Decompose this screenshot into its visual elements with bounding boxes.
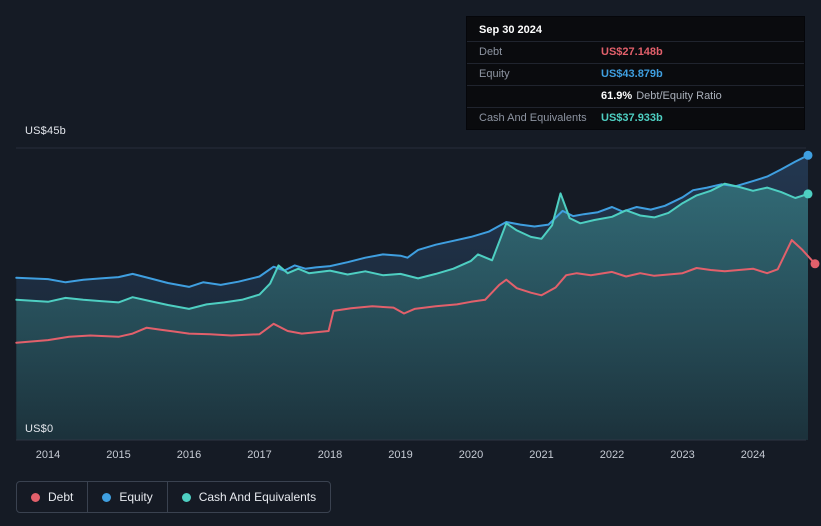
tooltip-row-cash: Cash And Equivalents US$37.933b [467, 107, 804, 129]
tooltip-ratio-value: 61.9% [601, 90, 633, 102]
debt-end-dot [810, 259, 820, 269]
equity-legend-dot-icon [102, 492, 112, 502]
data-readout-tooltip: Sep 30 2024 Debt US$27.148b Equity US$43… [466, 16, 805, 130]
cash-and-equivalents-area [16, 183, 809, 440]
x-axis-label-2015: 2015 [106, 449, 131, 461]
legend-item-equity[interactable]: Equity [87, 482, 166, 512]
x-axis-label-2017: 2017 [247, 449, 272, 461]
legend-debt-label: Debt [48, 490, 74, 504]
x-axis-label-2019: 2019 [388, 449, 413, 461]
tooltip-debt-label: Debt [479, 46, 503, 58]
chart-legend: Debt Equity Cash And Equivalents [16, 481, 332, 513]
x-axis-label-2018: 2018 [317, 449, 343, 461]
x-axis: 2014 2015 2016 2017 2018 2019 2020 2021 2022 2023… [0, 449, 821, 465]
debt-legend-dot-icon [31, 492, 40, 502]
tooltip-cash-value: US$37.933b [601, 112, 663, 124]
tooltip-row-ratio: 61.9% Debt/Equity Ratio [467, 85, 804, 107]
x-axis-label-2016: 2016 [176, 449, 202, 461]
legend-equity-label: Equity [119, 490, 153, 504]
x-axis-label-2024: 2024 [740, 449, 766, 461]
debt-equity-chart-panel: US$45b US$0 2014 2015 2016 2017 2018 2019 2020… [0, 0, 821, 526]
tooltip-row-equity: Equity US$43.879b [467, 63, 804, 85]
tooltip-cash-label: Cash And Equivalents [479, 112, 587, 124]
x-axis-label-2023: 2023 [670, 449, 695, 461]
tooltip-row-debt: Debt US$27.148b [467, 41, 804, 63]
equity-end-dot [803, 150, 813, 160]
legend-item-debt[interactable]: Debt [17, 482, 87, 512]
y-axis-min-label: US$0 [25, 423, 54, 435]
x-axis-label-2014: 2014 [35, 449, 61, 461]
cash-legend-dot-icon [181, 492, 191, 502]
tooltip-debt-value: US$27.148b [601, 46, 663, 58]
legend-cash-label: Cash And Equivalents [198, 490, 317, 504]
tooltip-date: Sep 30 2024 [479, 24, 542, 36]
y-axis-max-label: US$45b [25, 125, 66, 137]
legend-item-cash[interactable]: Cash And Equivalents [166, 482, 330, 512]
cash-and-equivalents-end-dot [803, 189, 813, 199]
tooltip-equity-value: US$43.879b [601, 68, 663, 80]
tooltip-equity-label: Equity [479, 68, 510, 80]
tooltip-ratio-label: Debt/Equity Ratio [636, 90, 722, 102]
x-axis-label-2020: 2020 [458, 449, 484, 461]
x-axis-label-2021: 2021 [529, 449, 554, 461]
x-axis-label-2022: 2022 [599, 449, 625, 461]
